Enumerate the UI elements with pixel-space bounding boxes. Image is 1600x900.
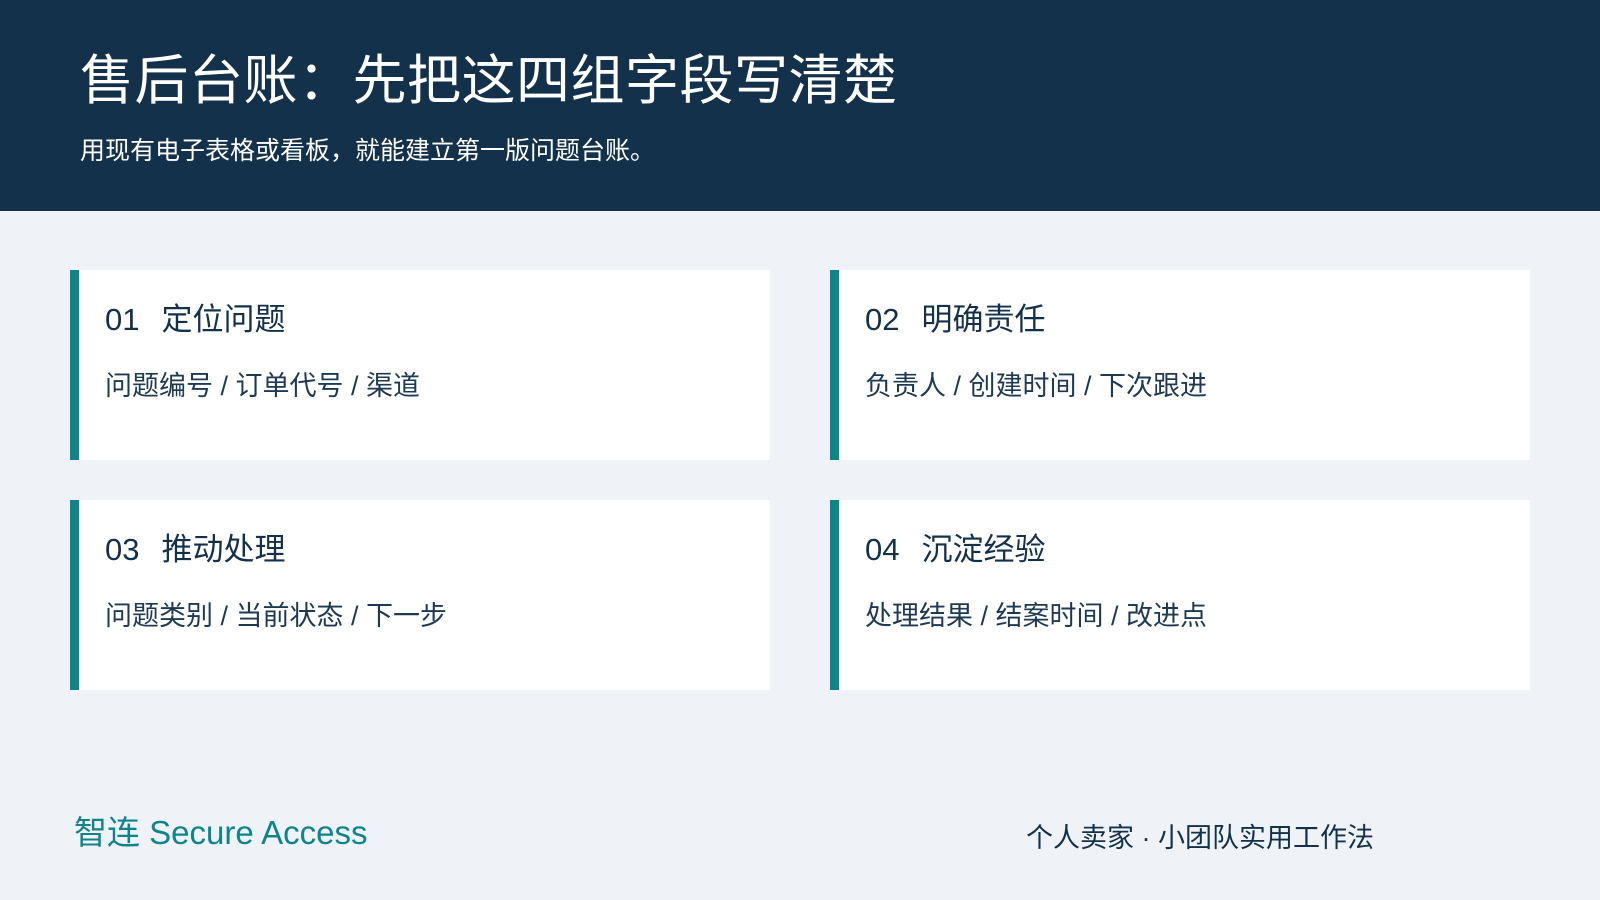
brand-label: 智连 Secure Access <box>74 814 368 851</box>
card-fields: 负责人 / 创建时间 / 下次跟进 <box>865 371 1208 401</box>
card-heading: 03 推动处理 <box>105 530 285 570</box>
card-title: 定位问题 <box>161 302 286 337</box>
card-title: 明确责任 <box>921 302 1046 337</box>
card-number: 01 <box>105 302 140 337</box>
card-number: 03 <box>105 532 140 567</box>
card-heading: 02 明确责任 <box>865 300 1045 340</box>
header-banner: 售后台账：先把这四组字段写清楚 用现有电子表格或看板，就能建立第一版问题台账。 <box>0 0 1600 211</box>
field-group-card: 02 明确责任 负责人 / 创建时间 / 下次跟进 <box>830 270 1530 460</box>
card-heading: 01 定位问题 <box>105 300 285 340</box>
card-fields: 问题类别 / 当前状态 / 下一步 <box>105 601 448 631</box>
field-group-card: 04 沉淀经验 处理结果 / 结案时间 / 改进点 <box>830 500 1530 690</box>
card-number: 04 <box>865 532 900 567</box>
page-title: 售后台账：先把这四组字段写清楚 <box>80 51 898 111</box>
card-title: 推动处理 <box>161 532 286 567</box>
page-subtitle: 用现有电子表格或看板，就能建立第一版问题台账。 <box>80 137 656 165</box>
card-title: 沉淀经验 <box>921 532 1046 567</box>
card-fields: 处理结果 / 结案时间 / 改进点 <box>865 601 1208 631</box>
card-heading: 04 沉淀经验 <box>865 530 1045 570</box>
footer-tagline: 个人卖家 · 小团队实用工作法 <box>1026 823 1374 853</box>
field-group-card: 03 推动处理 问题类别 / 当前状态 / 下一步 <box>70 500 770 690</box>
card-number: 02 <box>865 302 900 337</box>
field-group-card: 01 定位问题 问题编号 / 订单代号 / 渠道 <box>70 270 770 460</box>
card-fields: 问题编号 / 订单代号 / 渠道 <box>105 371 421 401</box>
